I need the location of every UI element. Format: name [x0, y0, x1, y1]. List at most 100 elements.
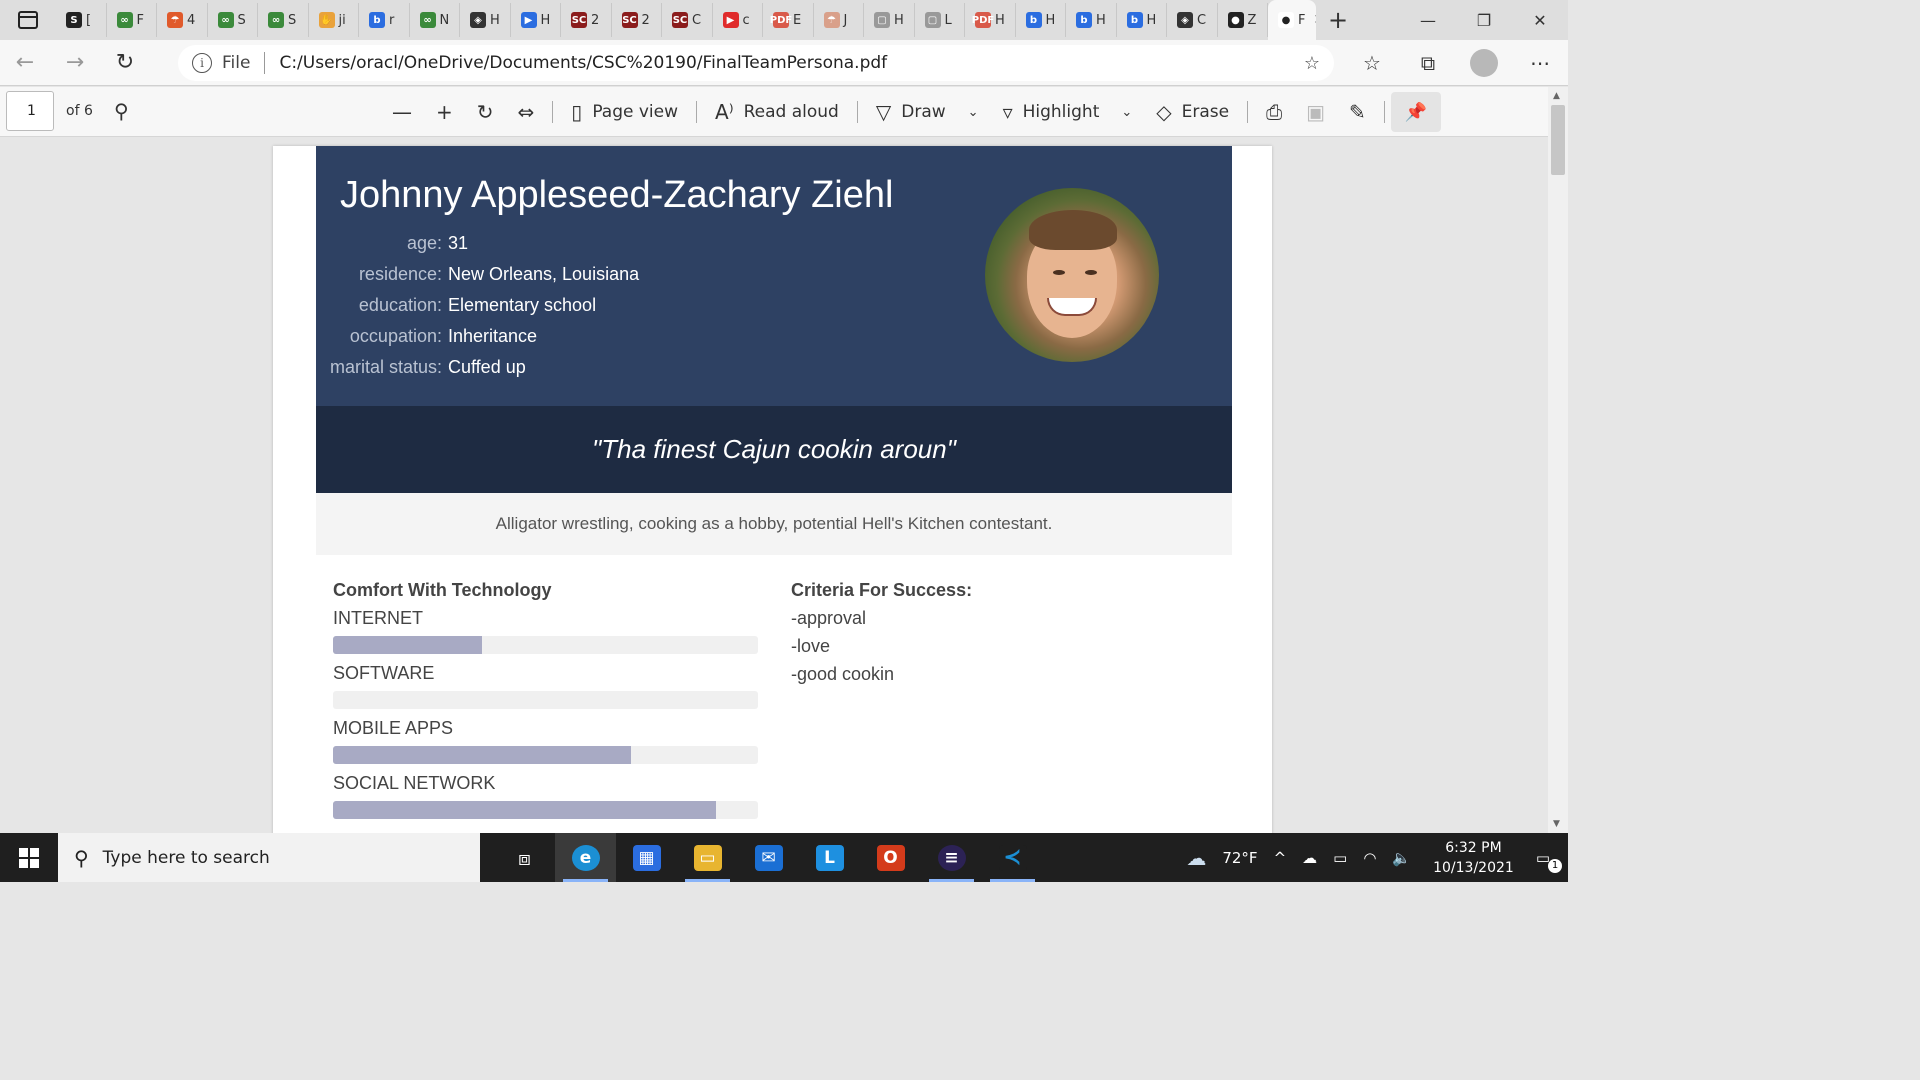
refresh-button[interactable]: ↻	[100, 40, 150, 86]
zoom-in-button[interactable]: +	[424, 87, 465, 137]
new-tab-button[interactable]: +	[1316, 0, 1360, 40]
vscode-app[interactable]: ≺	[982, 833, 1043, 882]
rotate-button[interactable]: ↻	[465, 87, 506, 137]
eclipse-app[interactable]: ≡	[921, 833, 982, 882]
criteria-item: -approval	[791, 608, 867, 628]
browser-tab[interactable]: SC 2	[561, 3, 612, 37]
browser-tab[interactable]: ∞ F	[107, 3, 157, 37]
back-button[interactable]: ←	[0, 40, 50, 86]
profile-button[interactable]	[1456, 40, 1512, 86]
browser-tab[interactable]: S[	[56, 3, 107, 37]
page-view-button[interactable]: ▯ Page view	[559, 87, 690, 137]
browser-tab[interactable]: SC 2	[612, 3, 662, 37]
tab-favicon-icon: b	[1126, 12, 1143, 28]
browser-tab[interactable]: ◈ H	[460, 3, 511, 37]
file-explorer-app[interactable]: ▭	[677, 833, 738, 882]
tab-label: H	[995, 12, 1005, 28]
minimize-button[interactable]: —	[1400, 0, 1456, 40]
browser-tab[interactable]: ▢ H	[864, 3, 915, 37]
erase-button[interactable]: ◇ Erase	[1144, 87, 1241, 137]
browser-tab[interactable]: bH	[1117, 3, 1167, 37]
vertical-scrollbar[interactable]: ▲ ▼	[1548, 87, 1568, 833]
restore-button[interactable]: ❐	[1456, 0, 1512, 40]
office-app[interactable]: O	[860, 833, 921, 882]
browser-tab[interactable]: ☂ J	[814, 3, 864, 37]
browser-tab[interactable]: PDF H	[965, 3, 1016, 37]
tab-active[interactable]: ● F ✕	[1268, 0, 1316, 40]
l-app[interactable]: L	[799, 833, 860, 882]
highlight-button[interactable]: ▿ Highlight ⌄	[991, 87, 1145, 137]
weather-icon[interactable]: ☁	[1178, 846, 1214, 870]
divider	[552, 101, 554, 123]
browser-tab[interactable]: ∞ S	[258, 3, 309, 37]
highlight-label: Highlight	[1022, 102, 1100, 122]
edge-app[interactable]: e	[555, 833, 616, 882]
favorites-button[interactable]: ☆	[1344, 40, 1400, 86]
browser-tab[interactable]: ∞ N	[410, 3, 460, 37]
tab-label: F	[136, 12, 144, 28]
tab-strip: S[∞ F ☂ 4 ∞ S ∞ S ✋ ji b r ∞ N ◈ H ▶ H SC 2 SC 2 SC C ▶ c PDF E ☂ J ▢ H…	[0, 0, 1568, 40]
task-view-button[interactable]: ⧈	[494, 833, 555, 882]
chevron-down-icon[interactable]: ⌄	[1121, 105, 1132, 120]
page-number-input[interactable]: 1	[6, 91, 54, 131]
browser-tab[interactable]: SC C	[662, 3, 713, 37]
save-as-button[interactable]: ✎	[1337, 87, 1378, 137]
collections-icon: ⧉	[1420, 51, 1436, 75]
browser-tab[interactable]: ☂ 4	[157, 3, 208, 37]
tab-favicon-icon: SC	[571, 12, 587, 28]
clock[interactable]: 6:32 PM 10/13/2021	[1419, 838, 1528, 878]
page-view-icon: ▯	[571, 100, 583, 124]
print-button[interactable]: ⎙	[1254, 87, 1294, 137]
comfort-metric: SOFTWARE	[333, 663, 758, 718]
save-button[interactable]: ▣	[1294, 87, 1337, 137]
search-icon[interactable]: ⚲	[114, 99, 129, 123]
browser-tab[interactable]: ▢ L	[915, 3, 965, 37]
more-button[interactable]: ⋯	[1512, 40, 1568, 86]
fit-page-button[interactable]: ⇔	[506, 87, 547, 137]
mail-app[interactable]: ✉	[738, 833, 799, 882]
browser-tab[interactable]: ● Z	[1218, 3, 1268, 37]
browser-tab[interactable]: ✋ ji	[309, 3, 359, 37]
chevron-down-icon[interactable]: ⌄	[968, 105, 979, 120]
onedrive-icon[interactable]: ☁	[1294, 849, 1325, 867]
browser-tab[interactable]: bH	[1066, 3, 1117, 37]
draw-button[interactable]: ▽ Draw ⌄	[864, 87, 991, 137]
browser-tab[interactable]: br	[359, 3, 410, 37]
scroll-down-icon[interactable]: ▼	[1553, 819, 1560, 829]
weather-temp[interactable]: 72°F	[1214, 849, 1265, 867]
draw-label: Draw	[901, 102, 946, 122]
volume-icon[interactable]: 🔈	[1384, 849, 1419, 867]
attribute-key: residence:	[358, 264, 442, 284]
browser-tab[interactable]: bH	[1016, 3, 1066, 37]
close-window-button[interactable]: ✕	[1512, 0, 1568, 40]
tab-favicon-icon: ▢	[924, 12, 941, 28]
chevron-up-icon[interactable]: ^	[1266, 849, 1295, 867]
taskbar-search-input[interactable]: ⚲ Type here to search	[58, 833, 480, 882]
url-field[interactable]: i File C:/Users/oracl/OneDrive/Documents…	[178, 45, 1334, 81]
start-button[interactable]	[0, 833, 58, 882]
store-app[interactable]: ▦	[616, 833, 677, 882]
forward-button[interactable]: →	[50, 40, 100, 86]
read-aloud-button[interactable]: A⁾ Read aloud	[703, 87, 851, 137]
zoom-out-button[interactable]: —	[380, 87, 424, 137]
tab-favicon-icon: S	[66, 12, 82, 28]
browser-tab[interactable]: ◈ C	[1167, 3, 1218, 37]
pin-toolbar-button[interactable]: 📌	[1390, 92, 1441, 132]
avatar	[1470, 49, 1498, 77]
tab-favicon-icon: ∞	[217, 12, 234, 28]
notifications-button[interactable]: ▭ 1	[1528, 849, 1568, 873]
info-icon[interactable]: i	[192, 53, 212, 73]
wifi-icon[interactable]: ◠	[1355, 849, 1384, 867]
add-favorite-icon[interactable]: ☆	[1304, 53, 1320, 74]
tab-favicon-icon: ✋	[318, 12, 335, 28]
scroll-up-icon[interactable]: ▲	[1553, 91, 1560, 101]
browser-tab[interactable]: ∞ S	[208, 3, 258, 37]
browser-tab[interactable]: ▶ H	[511, 3, 561, 37]
tab-actions-button[interactable]	[0, 0, 56, 40]
browser-tab[interactable]: ▶ c	[713, 3, 763, 37]
browser-tab[interactable]: PDF E	[763, 3, 814, 37]
scroll-thumb[interactable]	[1551, 105, 1565, 175]
collections-button[interactable]: ⧉	[1400, 40, 1456, 86]
tab-favicon-icon: b	[369, 12, 385, 28]
battery-icon[interactable]: ▭	[1325, 849, 1355, 867]
